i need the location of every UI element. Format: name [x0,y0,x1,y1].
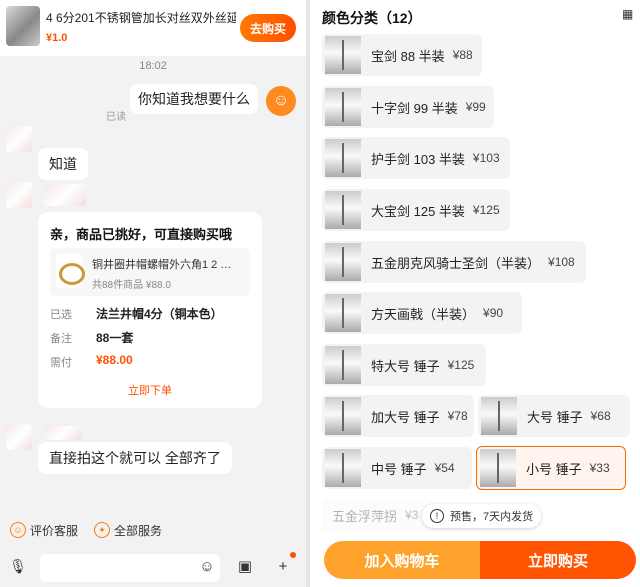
sku-option-thumbnail [325,36,361,74]
order-row-label: 需付 [50,357,72,369]
sku-option[interactable]: 大宝剑 125 半装 ¥125 [322,189,510,231]
info-icon: ! [430,509,444,523]
sku-option-name: 护手剑 103 半装 [371,151,465,167]
sku-option-name: 中号 锤子 [371,461,427,477]
sku-option-price: ¥125 [447,358,475,372]
sku-option-price: ¥3 [405,508,419,522]
order-item[interactable]: 铜井圈井帽螺帽外六角1 2 … 共88件商品 ¥88.0 [50,248,250,296]
sku-option-price: ¥54 [434,461,455,475]
rate-service-label: 评价客服 [30,523,79,538]
seller-name-blurred [44,426,82,440]
message-input[interactable] [40,554,220,582]
sku-option-thumbnail [325,346,361,384]
go-buy-button[interactable]: 去购买 [240,14,296,42]
shop-bag-icon[interactable]: ▣ [234,556,256,578]
sku-option-name: 大宝剑 125 半装 [371,203,465,219]
order-item-name: 铜井圈井帽螺帽外六角1 2 … [92,259,232,271]
notification-dot [290,552,296,558]
order-row-label: 备注 [50,333,72,345]
sku-option-thumbnail [325,397,361,435]
sku-option-price: ¥125 [472,203,500,217]
sku-option[interactable]: 五金朋克风骑士圣剑（半装） ¥108 [322,241,586,283]
sku-option-thumbnail [481,397,517,435]
order-total-price: ¥88.00 [96,353,133,367]
my-message-bubble: 你知道我想要什么 [130,84,258,114]
sku-option[interactable]: 特大号 锤子 ¥125 [322,344,486,386]
sku-option-thumbnail [480,449,516,487]
order-row-label: 已选 [50,309,72,321]
seller-message-bubble: 直接拍这个就可以 全部齐了 [38,442,232,474]
sku-option[interactable]: 宝剑 88 半装 ¥88 [322,34,482,76]
all-services-label: 全部服务 [114,523,163,538]
sku-option-price: ¥103 [472,151,500,165]
seller-avatar [6,182,32,208]
sku-option-thumbnail [325,243,361,281]
sku-option-thumbnail [325,139,361,177]
seller-name-blurred [44,184,86,206]
rate-service-button[interactable]: ☺ 评价客服 [10,516,78,544]
sku-option-name: 加大号 锤子 [371,409,440,425]
sku-option[interactable]: 中号 锤子 ¥54 [322,447,472,489]
emoji-icon[interactable]: ☺ [196,556,218,578]
sku-option-name: 五金浮萍拐 [332,508,398,524]
sku-option[interactable]: 方天画戟（半装） ¥90 [322,292,522,334]
message-time: 18:02 [139,60,167,72]
sku-option-name: 特大号 锤子 [371,358,440,374]
chat-panel: 4 6分201不锈钢管加长对丝双外丝延… ¥1.0 去购买 18:02 你知道我… [0,0,306,587]
order-row-value: 88一套 [96,331,134,345]
sku-option[interactable]: 大号 锤子 ¥68 [478,395,630,437]
smile-icon: ☺ [10,522,26,538]
sku-option-thumbnail [325,191,361,229]
sku-option-name: 五金朋克风骑士圣剑（半装） [371,255,541,271]
order-item-thumbnail [56,254,85,288]
sku-option-name: 小号 锤子 [526,461,582,477]
microphone-icon[interactable]: 🎙 [8,558,28,578]
sku-option-price: ¥88 [452,48,473,62]
order-now-link[interactable]: 立即下单 [38,382,262,398]
order-row-value: 法兰井帽4分（铜本色） [96,307,223,321]
sku-option-price: ¥68 [590,409,611,423]
presale-tooltip: ! 预售，7天内发货 [422,504,542,528]
product-title: 4 6分201不锈钢管加长对丝双外丝延… [46,11,236,25]
product-price: ¥1.0 [46,32,68,44]
grid-view-icon[interactable]: ▦ [622,8,634,20]
sku-option-thumbnail [325,449,361,487]
my-avatar: ☺ [266,86,296,116]
plus-icon[interactable]: + [272,556,294,578]
seller-avatar [6,424,32,450]
sku-option[interactable]: 五金浮萍拐 ¥3 [322,498,432,532]
sku-option[interactable]: 十字剑 99 半装 ¥99 [322,86,494,128]
presale-tooltip-text: 预售，7天内发货 [450,511,534,523]
sku-category-header: 颜色分类（12） [322,10,422,26]
sku-option-price: ¥99 [465,100,486,114]
sku-option-name: 十字剑 99 半装 [371,100,458,116]
sku-option-thumbnail [325,294,361,332]
order-card-title: 亲，商品已挑好，可直接购买哦 [50,227,233,242]
read-receipt: 已读 [106,112,126,123]
sku-option-price: ¥90 [483,306,504,320]
sku-option-name: 大号 锤子 [527,409,583,425]
sku-option-name: 方天画戟（半装） [371,306,476,322]
sku-option-price: ¥108 [548,255,575,269]
all-services-button[interactable]: ✦ 全部服务 [94,516,162,544]
screen: 4 6分201不锈钢管加长对丝双外丝延… ¥1.0 去购买 18:02 你知道我… [0,0,640,587]
sku-option-thumbnail [325,88,361,126]
buy-now-button[interactable]: 立即购买 [480,541,636,579]
sku-option-selected[interactable]: 小号 锤子 ¥33 [476,446,626,490]
product-thumbnail [6,6,40,46]
seller-message-bubble: 知道 [38,148,88,180]
order-card[interactable]: 亲，商品已挑好，可直接购买哦 铜井圈井帽螺帽外六角1 2 … 共88件商品 ¥8… [38,212,262,408]
sku-option-price: ¥78 [447,409,468,423]
sku-option[interactable]: 加大号 锤子 ¥78 [322,395,474,437]
add-to-cart-button[interactable]: 加入购物车 [324,541,480,579]
product-bar[interactable]: 4 6分201不锈钢管加长对丝双外丝延… ¥1.0 去购买 [0,0,306,56]
sku-option-price: ¥33 [589,461,610,475]
services-icon: ✦ [94,522,110,538]
sku-option-name: 宝剑 88 半装 [371,48,445,64]
sku-option[interactable]: 护手剑 103 半装 ¥103 [322,137,510,179]
sku-panel: 颜色分类（12） ▦ 宝剑 88 半装 ¥88 十字剑 99 半装 ¥99 护手… [310,0,640,587]
seller-avatar [6,126,32,152]
input-bar: 🎙 ☺ ▣ + [0,548,306,587]
order-item-summary: 共88件商品 ¥88.0 [92,280,171,291]
